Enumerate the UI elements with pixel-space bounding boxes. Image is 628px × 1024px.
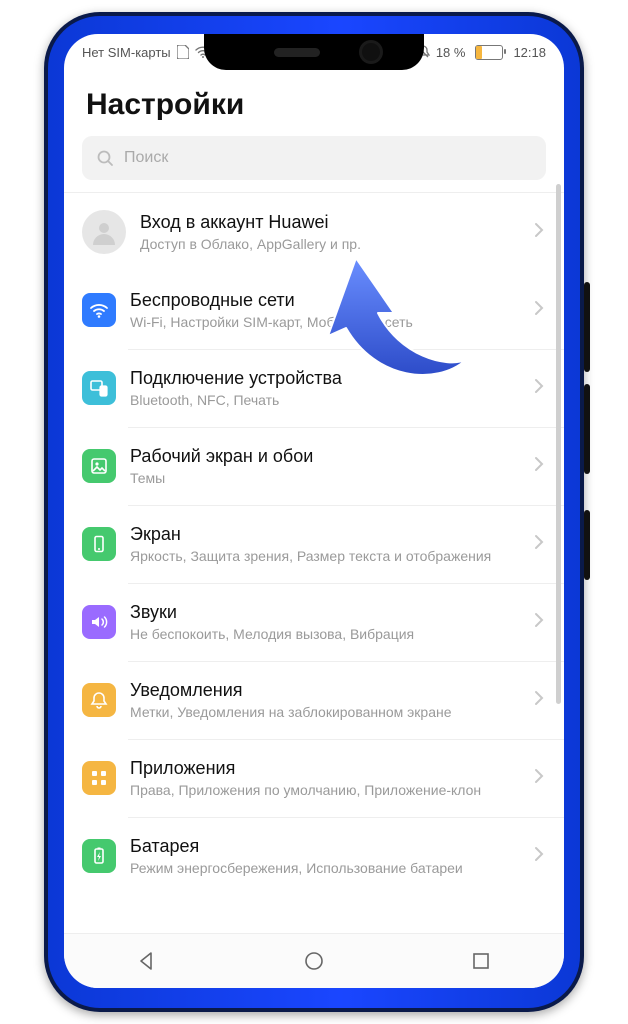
display-icon <box>82 527 116 561</box>
apps-icon <box>82 761 116 795</box>
battery-icon <box>475 45 503 60</box>
battery-icon <box>82 839 116 873</box>
chevron-right-icon <box>534 612 548 633</box>
chevron-right-icon <box>534 846 548 867</box>
row-title: Экран <box>130 523 520 546</box>
notch <box>204 34 424 70</box>
row-title: Подключение устройства <box>130 367 520 390</box>
clock-text: 12:18 <box>513 45 546 60</box>
account-row[interactable]: Вход в аккаунт Huawei Доступ в Облако, A… <box>64 193 564 271</box>
chevron-right-icon <box>534 378 548 399</box>
chevron-right-icon <box>534 222 548 243</box>
row-subtitle: Темы <box>130 469 520 487</box>
row-subtitle: Яркость, Защита зрения, Размер текста и … <box>130 547 520 565</box>
back-button[interactable] <box>133 947 161 975</box>
settings-row-bell[interactable]: УведомленияМетки, Уведомления на заблоки… <box>64 661 564 739</box>
chevron-right-icon <box>534 690 548 711</box>
battery-percent-text: 18 % <box>436 45 466 60</box>
power-button[interactable] <box>584 510 590 580</box>
row-title: Уведомления <box>130 679 520 702</box>
row-subtitle: Не беспокоить, Мелодия вызова, Вибрация <box>130 625 520 643</box>
settings-row-sound[interactable]: ЗвукиНе беспокоить, Мелодия вызова, Вибр… <box>64 583 564 661</box>
search-placeholder: Поиск <box>124 149 168 167</box>
bell-icon <box>82 683 116 717</box>
avatar-icon <box>82 210 126 254</box>
wifi-icon <box>82 293 116 327</box>
account-subtitle: Доступ в Облако, AppGallery и пр. <box>140 235 520 253</box>
row-subtitle: Права, Приложения по умолчанию, Приложен… <box>130 781 520 799</box>
navigation-bar <box>64 933 564 988</box>
sim-card-icon <box>177 45 189 59</box>
content-area: Настройки Поиск Вход в аккаунт Huawei <box>64 34 564 988</box>
account-title: Вход в аккаунт Huawei <box>140 211 520 234</box>
volume-up-button[interactable] <box>584 282 590 372</box>
row-subtitle: Bluetooth, NFC, Печать <box>130 391 520 409</box>
volume-down-button[interactable] <box>584 384 590 474</box>
chevron-right-icon <box>534 534 548 555</box>
settings-row-battery[interactable]: БатареяРежим энергосбережения, Использов… <box>64 817 564 895</box>
row-subtitle: Режим энергосбережения, Использование ба… <box>130 859 520 877</box>
row-title: Рабочий экран и обои <box>130 445 520 468</box>
settings-row-wallpaper[interactable]: Рабочий экран и обоиТемы <box>64 427 564 505</box>
settings-row-apps[interactable]: ПриложенияПрава, Приложения по умолчанию… <box>64 739 564 817</box>
home-button[interactable] <box>300 947 328 975</box>
settings-list: Вход в аккаунт Huawei Доступ в Облако, A… <box>64 192 564 895</box>
chevron-right-icon <box>534 456 548 477</box>
settings-row-display[interactable]: ЭкранЯркость, Защита зрения, Размер текс… <box>64 505 564 583</box>
search-icon <box>96 149 114 167</box>
scrollbar[interactable] <box>556 184 561 908</box>
screen: Нет SIM-карты 18 % 12:18 <box>64 34 564 988</box>
search-field[interactable]: Поиск <box>82 136 546 180</box>
devices-icon <box>82 371 116 405</box>
page-title: Настройки <box>64 78 564 136</box>
wallpaper-icon <box>82 449 116 483</box>
row-subtitle: Метки, Уведомления на заблокированном эк… <box>130 703 520 721</box>
scrollbar-thumb[interactable] <box>556 184 561 704</box>
sound-icon <box>82 605 116 639</box>
row-title: Беспроводные сети <box>130 289 520 312</box>
row-title: Звуки <box>130 601 520 624</box>
settings-row-wifi[interactable]: Беспроводные сетиWi-Fi, Настройки SIM-ка… <box>64 271 564 349</box>
chevron-right-icon <box>534 768 548 789</box>
settings-row-devices[interactable]: Подключение устройстваBluetooth, NFC, Пе… <box>64 349 564 427</box>
chevron-right-icon <box>534 300 548 321</box>
row-subtitle: Wi-Fi, Настройки SIM-карт, Мобильная сет… <box>130 313 520 331</box>
sim-status-text: Нет SIM-карты <box>82 45 171 60</box>
row-title: Приложения <box>130 757 520 780</box>
row-title: Батарея <box>130 835 520 858</box>
recent-apps-button[interactable] <box>467 947 495 975</box>
phone-frame: Нет SIM-карты 18 % 12:18 <box>44 12 584 1012</box>
